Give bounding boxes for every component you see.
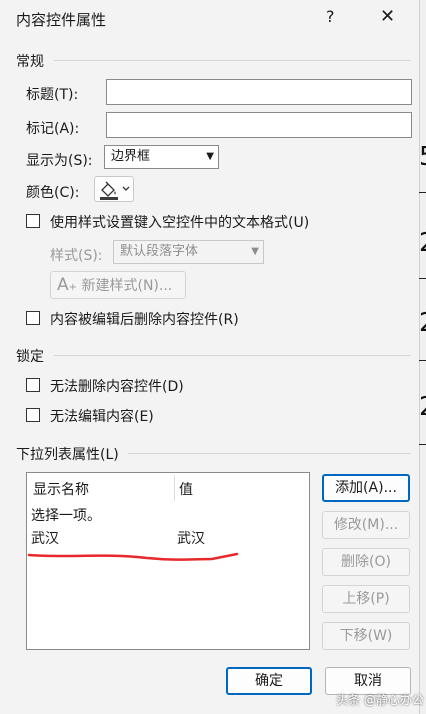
- content-control-properties-dialog: 内容控件属性 ? ✕ 常规 标题(T): 标记(A): 显示为(S): 边界框 …: [0, 0, 420, 714]
- color-label: 颜色(C):: [26, 185, 80, 201]
- cannot-delete-checkbox[interactable]: [26, 378, 40, 392]
- new-style-label: 新建样式(N)...: [81, 278, 173, 294]
- dropdown-separator: [128, 453, 411, 454]
- remove-on-edit-label: 内容被编辑后删除内容控件(R): [50, 312, 239, 328]
- chevron-down-icon: ▼: [206, 151, 214, 162]
- show-as-label: 显示为(S):: [26, 153, 93, 169]
- show-as-value: 边界框: [111, 149, 151, 164]
- general-section-heading: 常规: [16, 54, 44, 70]
- style-label: 样式(S):: [50, 248, 103, 264]
- red-underline-annotation: [27, 552, 239, 561]
- use-style-label: 使用样式设置键入空控件中的文本格式(U): [50, 215, 310, 231]
- help-button[interactable]: ?: [326, 7, 335, 26]
- cannot-edit-label: 无法编辑内容(E): [50, 409, 154, 425]
- new-style-icon: A: [57, 275, 69, 295]
- remove-on-edit-checkbox[interactable]: [26, 311, 40, 325]
- dropdown-section-heading: 下拉列表属性(L): [16, 447, 119, 463]
- show-as-select[interactable]: 边界框 ▼: [104, 145, 219, 169]
- modify-button[interactable]: 修改(M)...: [322, 511, 410, 539]
- background-line: [419, 192, 426, 193]
- dropdown-list[interactable]: 显示名称 值 选择一项。 武汉 武汉: [26, 472, 310, 650]
- list-item-name[interactable]: 选择一项。: [31, 505, 101, 525]
- add-button[interactable]: 添加(A)...: [322, 474, 410, 502]
- background-document-text: 2: [419, 392, 426, 422]
- column-header-value[interactable]: 值: [179, 479, 193, 499]
- ok-button[interactable]: 确定: [226, 667, 312, 695]
- tag-label: 标记(A):: [26, 121, 80, 137]
- title-label: 标题(T):: [26, 87, 79, 103]
- title-bar: 内容控件属性 ? ✕: [0, 0, 419, 38]
- use-style-checkbox[interactable]: [26, 214, 40, 228]
- background-line: [419, 278, 426, 279]
- locking-separator: [54, 355, 411, 356]
- cannot-edit-checkbox[interactable]: [26, 408, 40, 422]
- move-down-button[interactable]: 下移(W): [322, 622, 410, 650]
- style-select[interactable]: 默认段落字体 ▼: [113, 240, 264, 264]
- background-line: [419, 444, 426, 445]
- delete-button[interactable]: 删除(O): [322, 548, 410, 576]
- background-document-text: 2: [419, 308, 426, 338]
- style-value: 默认段落字体: [120, 244, 199, 259]
- column-header-display-name[interactable]: 显示名称: [33, 479, 89, 499]
- list-item-value[interactable]: 武汉: [177, 528, 205, 548]
- column-divider[interactable]: [174, 475, 175, 501]
- background-line: [419, 360, 426, 361]
- new-style-button[interactable]: A+ 新建样式(N)...: [50, 271, 186, 299]
- close-button[interactable]: ✕: [380, 6, 395, 27]
- dialog-title: 内容控件属性: [16, 11, 107, 29]
- general-separator: [54, 60, 411, 61]
- paint-bucket-icon: [100, 181, 130, 200]
- tag-input[interactable]: [106, 112, 412, 138]
- locking-section-heading: 锁定: [16, 349, 44, 365]
- color-picker-button[interactable]: [94, 176, 134, 202]
- cannot-delete-label: 无法删除内容控件(D): [50, 379, 184, 395]
- title-input[interactable]: [106, 79, 412, 105]
- chevron-down-icon: ▼: [251, 246, 259, 257]
- watermark: 头条 @静心办公: [336, 693, 424, 707]
- background-document-text: 5: [419, 142, 426, 172]
- move-up-button[interactable]: 上移(P): [322, 585, 410, 613]
- background-document-text: 2: [419, 228, 426, 258]
- list-item-name[interactable]: 武汉: [31, 528, 59, 548]
